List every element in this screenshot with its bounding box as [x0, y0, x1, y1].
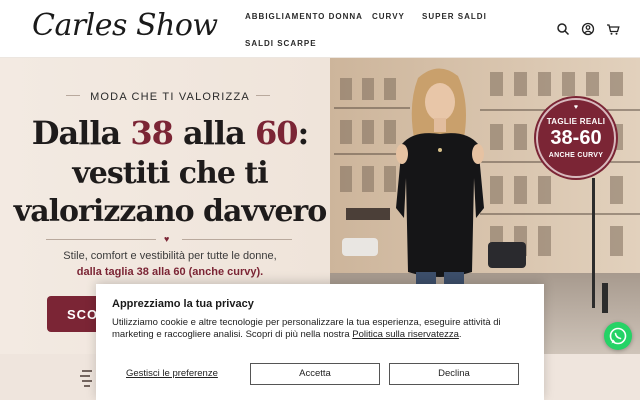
- manage-preferences-link[interactable]: Gestisci le preferenze: [126, 368, 218, 379]
- search-icon[interactable]: [556, 22, 570, 36]
- nav-super-saldi[interactable]: SUPER SALDI: [422, 12, 487, 21]
- site-header: Carles Show ABBIGLIAMENTO DONNA CURVY SU…: [0, 0, 640, 58]
- badge-line1: TAGLIE REALI: [546, 117, 606, 126]
- cookie-description: Utilizziamo cookie e altre tecnologie pe…: [112, 317, 501, 340]
- hero-headline-line3: valorizzano davvero: [13, 194, 327, 229]
- hero-size-range: dalla taglia 38 alla 60 (anche curvy).: [76, 266, 264, 278]
- divider-left: [46, 239, 156, 240]
- cart-icon[interactable]: [606, 22, 620, 36]
- shipping-icon: [78, 368, 96, 390]
- hero-headline-line1: Dalla 38 alla 60:: [31, 114, 310, 152]
- nav-abbigliamento-donna[interactable]: ABBIGLIAMENTO DONNA: [245, 12, 363, 21]
- cookie-consent-dialog: Apprezziamo la tua privacy Utilizziamo c…: [96, 284, 544, 400]
- hero-subtitle: Stile, comfort e vestibilità per tutte l…: [63, 250, 277, 262]
- whatsapp-icon: [609, 327, 627, 345]
- badge-heart-icon: ♥: [573, 104, 579, 111]
- divider-right: [182, 239, 292, 240]
- hero-kicker: MODA CHE TI VALORIZZA: [90, 91, 250, 103]
- whatsapp-chat-button[interactable]: [604, 322, 632, 350]
- account-icon[interactable]: [581, 22, 595, 36]
- badge-line2: 38-60: [550, 127, 602, 149]
- accept-button[interactable]: Accetta: [250, 363, 380, 385]
- site-logo[interactable]: Carles Show: [32, 8, 218, 43]
- badge-line3: ANCHE CURVY: [548, 152, 604, 159]
- privacy-policy-link[interactable]: Politica sulla riservatezza: [352, 329, 459, 340]
- heart-icon: ♥: [164, 234, 170, 244]
- sizes-badge: ♥ TAGLIE REALI 38-60 ANCHE CURVY: [536, 98, 616, 178]
- hero-headline-line2: vestiti che ti: [72, 156, 268, 191]
- decline-button[interactable]: Declina: [389, 363, 519, 385]
- nav-curvy[interactable]: CURVY: [372, 12, 405, 21]
- cookie-title: Apprezziamo la tua privacy: [112, 298, 254, 310]
- nav-saldi-scarpe[interactable]: SALDI SCARPE: [245, 39, 317, 48]
